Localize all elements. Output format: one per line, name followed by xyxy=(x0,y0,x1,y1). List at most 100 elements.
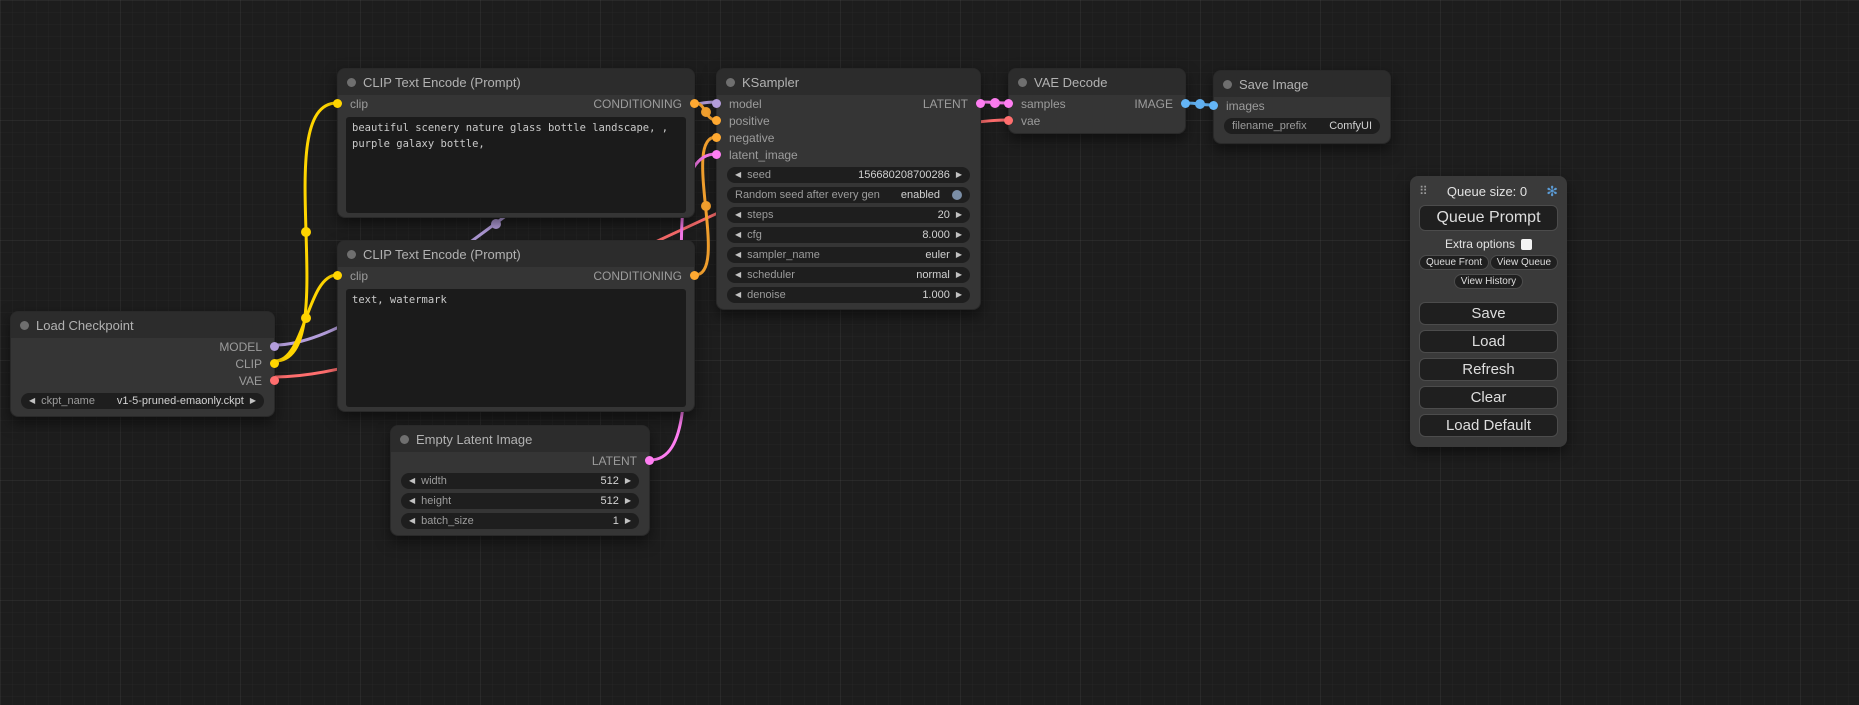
conditioning-output-port[interactable] xyxy=(690,271,699,280)
model-output-port[interactable] xyxy=(270,342,279,351)
port-row: latent_image xyxy=(717,146,980,163)
node-header[interactable]: CLIP Text Encode (Prompt) xyxy=(338,241,694,267)
widget-value: normal xyxy=(916,269,950,281)
conditioning-output-port[interactable] xyxy=(690,99,699,108)
node-clip-text-encode-positive[interactable]: CLIP Text Encode (Prompt) clip CONDITION… xyxy=(337,68,695,218)
view-queue-button[interactable]: View Queue xyxy=(1490,255,1558,270)
load-button[interactable]: Load xyxy=(1419,330,1558,353)
port-label: clip xyxy=(350,269,368,283)
widget-label: filename_prefix xyxy=(1232,120,1307,132)
model-input-port[interactable] xyxy=(712,99,721,108)
combo-right-arrow-icon[interactable]: ▶ xyxy=(250,397,256,405)
collapse-dot-icon[interactable] xyxy=(20,321,29,330)
widget-value: v1-5-pruned-emaonly.ckpt xyxy=(117,395,244,407)
collapse-dot-icon[interactable] xyxy=(1018,78,1027,87)
stepper-left-arrow-icon[interactable]: ◀ xyxy=(409,477,415,485)
cfg-widget[interactable]: ◀ cfg 8.000 ▶ xyxy=(727,227,970,243)
stepper-right-arrow-icon[interactable]: ▶ xyxy=(625,477,631,485)
save-button[interactable]: Save xyxy=(1419,302,1558,325)
seed-widget[interactable]: ◀ seed 156680208700286 ▶ xyxy=(727,167,970,183)
stepper-right-arrow-icon[interactable]: ▶ xyxy=(956,291,962,299)
latent-image-input-port[interactable] xyxy=(712,150,721,159)
node-header[interactable]: KSampler xyxy=(717,69,980,95)
extra-options-label: Extra options xyxy=(1445,237,1515,251)
drag-handle-icon[interactable]: ⠿ xyxy=(1419,184,1428,198)
node-empty-latent-image[interactable]: Empty Latent Image LATENT ◀ width 512 ▶ … xyxy=(390,425,650,536)
stepper-left-arrow-icon[interactable]: ◀ xyxy=(735,291,741,299)
positive-input-port[interactable] xyxy=(712,116,721,125)
images-input-port[interactable] xyxy=(1209,101,1218,110)
node-header[interactable]: VAE Decode xyxy=(1009,69,1185,95)
sampler-name-widget[interactable]: ◀ sampler_name euler ▶ xyxy=(727,247,970,263)
settings-icon[interactable]: ✻ xyxy=(1546,183,1558,200)
clear-button[interactable]: Clear xyxy=(1419,386,1558,409)
collapse-dot-icon[interactable] xyxy=(347,78,356,87)
queue-prompt-button[interactable]: Queue Prompt xyxy=(1419,205,1558,231)
latent-output-port[interactable] xyxy=(976,99,985,108)
node-header[interactable]: CLIP Text Encode (Prompt) xyxy=(338,69,694,95)
stepper-right-arrow-icon[interactable]: ▶ xyxy=(625,517,631,525)
node-save-image[interactable]: Save Image images filename_prefix ComfyU… xyxy=(1213,70,1391,144)
extra-options-checkbox[interactable] xyxy=(1521,239,1532,250)
stepper-right-arrow-icon[interactable]: ▶ xyxy=(956,211,962,219)
denoise-widget[interactable]: ◀ denoise 1.000 ▶ xyxy=(727,287,970,303)
node-vae-decode[interactable]: VAE Decode samples IMAGE vae xyxy=(1008,68,1186,134)
node-header[interactable]: Save Image xyxy=(1214,71,1390,97)
stepper-left-arrow-icon[interactable]: ◀ xyxy=(735,211,741,219)
stepper-right-arrow-icon[interactable]: ▶ xyxy=(956,171,962,179)
node-clip-text-encode-negative[interactable]: CLIP Text Encode (Prompt) clip CONDITION… xyxy=(337,240,695,412)
widget-value: 20 xyxy=(938,209,950,221)
combo-right-arrow-icon[interactable]: ▶ xyxy=(956,251,962,259)
spacer xyxy=(1419,289,1558,297)
collapse-dot-icon[interactable] xyxy=(1223,80,1232,89)
refresh-button[interactable]: Refresh xyxy=(1419,358,1558,381)
batch-size-widget[interactable]: ◀ batch_size 1 ▶ xyxy=(401,513,639,529)
stepper-left-arrow-icon[interactable]: ◀ xyxy=(735,171,741,179)
widget-value: 156680208700286 xyxy=(858,169,950,181)
port-label: positive xyxy=(729,114,770,128)
widget-label: cfg xyxy=(747,229,762,241)
negative-input-port[interactable] xyxy=(712,133,721,142)
prompt-textarea[interactable]: beautiful scenery nature glass bottle la… xyxy=(346,117,686,213)
width-widget[interactable]: ◀ width 512 ▶ xyxy=(401,473,639,489)
collapse-dot-icon[interactable] xyxy=(347,250,356,259)
vae-input-port[interactable] xyxy=(1004,116,1013,125)
random-seed-toggle-widget[interactable]: Random seed after every gen enabled xyxy=(727,187,970,203)
image-output-port[interactable] xyxy=(1181,99,1190,108)
node-ksampler[interactable]: KSampler model LATENT positive negative … xyxy=(716,68,981,310)
combo-left-arrow-icon[interactable]: ◀ xyxy=(29,397,35,405)
comfyui-node-canvas[interactable]: Load Checkpoint MODEL CLIP VAE ◀ ckpt_na… xyxy=(0,0,1859,705)
samples-input-port[interactable] xyxy=(1004,99,1013,108)
toggle-dot-icon[interactable] xyxy=(952,190,962,200)
combo-left-arrow-icon[interactable]: ◀ xyxy=(735,251,741,259)
stepper-left-arrow-icon[interactable]: ◀ xyxy=(409,517,415,525)
ckpt-name-widget[interactable]: ◀ ckpt_name v1-5-pruned-emaonly.ckpt ▶ xyxy=(21,393,264,409)
filename-prefix-widget[interactable]: filename_prefix ComfyUI xyxy=(1224,118,1380,134)
widget-value: 1.000 xyxy=(922,289,950,301)
stepper-left-arrow-icon[interactable]: ◀ xyxy=(409,497,415,505)
clip-output-port[interactable] xyxy=(270,359,279,368)
stepper-right-arrow-icon[interactable]: ▶ xyxy=(625,497,631,505)
node-title: VAE Decode xyxy=(1034,75,1107,90)
stepper-right-arrow-icon[interactable]: ▶ xyxy=(956,231,962,239)
load-default-button[interactable]: Load Default xyxy=(1419,414,1558,437)
node-load-checkpoint[interactable]: Load Checkpoint MODEL CLIP VAE ◀ ckpt_na… xyxy=(10,311,275,417)
collapse-dot-icon[interactable] xyxy=(400,435,409,444)
stepper-left-arrow-icon[interactable]: ◀ xyxy=(735,231,741,239)
widget-value: 1 xyxy=(613,515,619,527)
scheduler-widget[interactable]: ◀ scheduler normal ▶ xyxy=(727,267,970,283)
view-history-button[interactable]: View History xyxy=(1454,274,1523,289)
height-widget[interactable]: ◀ height 512 ▶ xyxy=(401,493,639,509)
clip-input-port[interactable] xyxy=(333,271,342,280)
steps-widget[interactable]: ◀ steps 20 ▶ xyxy=(727,207,970,223)
clip-input-port[interactable] xyxy=(333,99,342,108)
node-header[interactable]: Empty Latent Image xyxy=(391,426,649,452)
combo-left-arrow-icon[interactable]: ◀ xyxy=(735,271,741,279)
vae-output-port[interactable] xyxy=(270,376,279,385)
collapse-dot-icon[interactable] xyxy=(726,78,735,87)
queue-front-button[interactable]: Queue Front xyxy=(1419,255,1489,270)
node-header[interactable]: Load Checkpoint xyxy=(11,312,274,338)
latent-output-port[interactable] xyxy=(645,456,654,465)
prompt-textarea[interactable]: text, watermark xyxy=(346,289,686,407)
combo-right-arrow-icon[interactable]: ▶ xyxy=(956,271,962,279)
